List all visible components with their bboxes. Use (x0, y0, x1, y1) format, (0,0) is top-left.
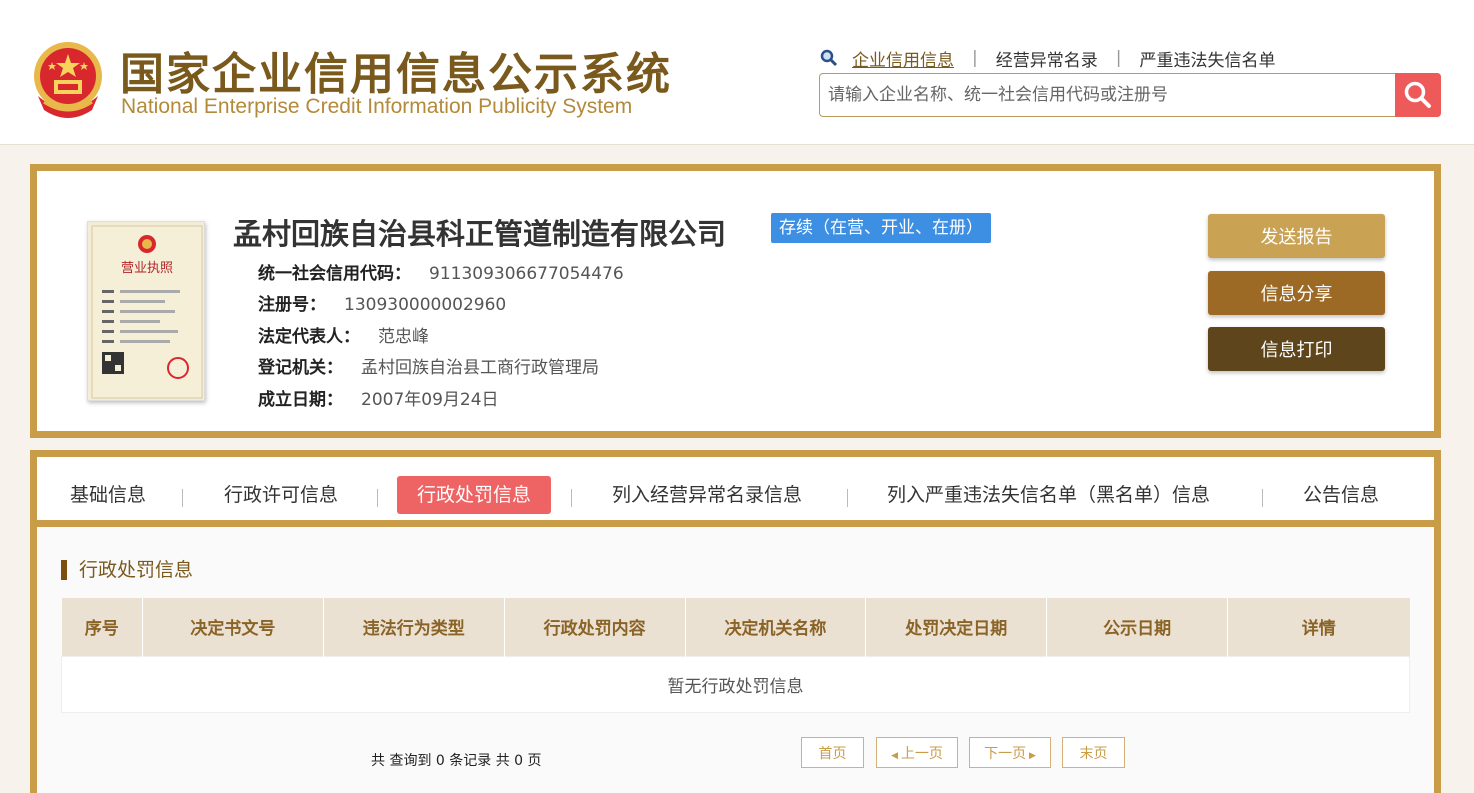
info-label: 注册号： (258, 295, 326, 315)
col-decision-date: 处罚决定日期 (865, 598, 1048, 656)
send-report-button[interactable]: 发送报告 (1208, 214, 1385, 258)
national-emblem-icon (34, 42, 102, 118)
print-button[interactable]: 信息打印 (1208, 327, 1385, 371)
nav-separator: | (972, 48, 978, 68)
info-label: 成立日期： (258, 390, 343, 410)
nav-abnormal-list[interactable]: 经营异常名录 (996, 46, 1098, 71)
last-page-button[interactable]: 末页 (1062, 737, 1125, 768)
info-value: 孟村回族自治县工商行政管理局 (361, 358, 599, 378)
tab-admin-license[interactable]: 行政许可信息 (204, 476, 358, 514)
tab-admin-penalty[interactable]: 行政处罚信息 (397, 476, 552, 514)
penalty-table: 序号 决定书文号 违法行为类型 行政处罚内容 决定机关名称 处罚决定日期 公示日… (61, 598, 1410, 713)
info-legal-rep: 法定代表人： 范忠峰 (258, 322, 429, 347)
site-header: 国家企业信用信息公示系统 National Enterprise Credit … (0, 0, 1474, 145)
next-page-label: 下一页 (984, 745, 1027, 762)
col-authority: 决定机关名称 (685, 598, 867, 656)
license-graphic: 营业执照 (91, 225, 203, 399)
nav-enterprise-credit[interactable]: 企业信用信息 (852, 46, 954, 71)
tab-abnormal-list[interactable]: 列入经营异常名录信息 (592, 476, 822, 514)
prev-page-label: 上一页 (900, 745, 943, 762)
next-page-button[interactable]: 下一页 ▶ (969, 737, 1051, 768)
col-publish-date: 公示日期 (1046, 598, 1229, 656)
section-title: 行政处罚信息 (61, 560, 193, 580)
business-license-image[interactable]: 营业执照 (87, 221, 205, 401)
info-value: 范忠峰 (378, 327, 429, 347)
col-violation-type: 违法行为类型 (323, 598, 505, 656)
magnifier-icon (820, 49, 838, 67)
info-founded: 成立日期： 2007年09月24日 (258, 385, 499, 410)
info-label: 法定代表人： (258, 327, 360, 347)
pagination-summary: 共 查询到 0 条记录 共 0 页 (371, 753, 542, 769)
col-decision-number: 决定书文号 (142, 598, 324, 656)
caret-right-icon: ▶ (1026, 750, 1036, 761)
search-input[interactable] (820, 74, 1395, 116)
nav-separator: | (1115, 48, 1122, 68)
status-badge: 存续（在营、开业、在册） (771, 213, 991, 243)
info-label: 统一社会信用代码： (258, 264, 411, 284)
top-nav: 企业信用信息 | 经营异常名录 | 严重违法失信名单 (820, 46, 1275, 71)
col-index: 序号 (61, 598, 143, 656)
license-title: 营业执照 (121, 261, 173, 276)
info-value: 911309306677054476 (429, 264, 624, 284)
tab-separator (571, 489, 572, 507)
table-header-row: 序号 决定书文号 违法行为类型 行政处罚内容 决定机关名称 处罚决定日期 公示日… (61, 598, 1410, 656)
search-button[interactable] (1395, 73, 1441, 117)
caret-left-icon: ◀ (891, 750, 901, 761)
col-penalty-content: 行政处罚内容 (504, 598, 686, 656)
tab-separator (377, 489, 378, 507)
empty-message: 暂无行政处罚信息 (61, 655, 1410, 713)
info-credit-code: 统一社会信用代码： 911309306677054476 (258, 259, 624, 284)
table-row: 暂无行政处罚信息 (61, 655, 1410, 713)
site-title-cn: 国家企业信用信息公示系统 (120, 49, 672, 100)
info-label: 登记机关： (258, 358, 343, 378)
tab-bar: 基础信息 行政许可信息 行政处罚信息 列入经营异常名录信息 列入严重违法失信名单… (37, 457, 1434, 527)
search-icon (1404, 81, 1431, 108)
company-name: 孟村回族自治县科正管道制造有限公司 (233, 217, 727, 251)
info-value: 2007年09月24日 (361, 390, 499, 410)
info-registry: 登记机关： 孟村回族自治县工商行政管理局 (258, 353, 599, 378)
company-card: 营业执照 孟村回族自治县科正管道制造有限公司 存续（在营、开业、在册） 统一社会… (30, 164, 1441, 438)
search-box (819, 73, 1441, 117)
info-value: 130930000002960 (344, 295, 507, 315)
site-title-en: National Enterprise Credit Information P… (121, 95, 633, 118)
first-page-button[interactable]: 首页 (801, 737, 864, 768)
share-button[interactable]: 信息分享 (1208, 271, 1385, 315)
prev-page-button[interactable]: ◀ 上一页 (876, 737, 958, 768)
tab-separator (1262, 489, 1263, 507)
tab-separator (182, 489, 183, 507)
nav-blacklist[interactable]: 严重违法失信名单 (1139, 46, 1275, 71)
info-reg-number: 注册号： 130930000002960 (258, 290, 506, 315)
col-detail: 详情 (1227, 598, 1410, 656)
tab-blacklist[interactable]: 列入严重违法失信名单（黑名单）信息 (867, 476, 1230, 514)
tab-basic-info[interactable]: 基础信息 (50, 476, 166, 514)
tab-separator (847, 489, 848, 507)
tabs-panel: 基础信息 行政许可信息 行政处罚信息 列入经营异常名录信息 列入严重违法失信名单… (30, 450, 1441, 793)
tab-announcements[interactable]: 公告信息 (1283, 476, 1399, 514)
